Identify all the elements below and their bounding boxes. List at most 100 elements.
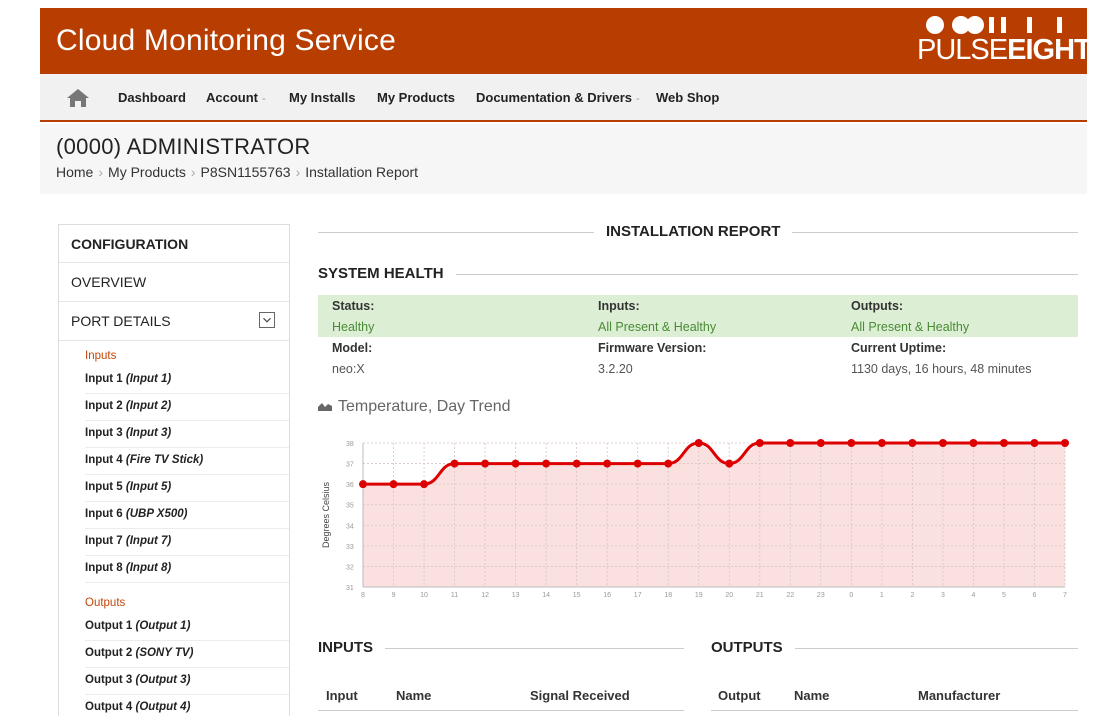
- nav-dashboard[interactable]: Dashboard: [118, 90, 186, 105]
- sidebar-group-inputs: Inputs: [85, 350, 117, 362]
- sidebar-output-item[interactable]: Output 4 (Output 4): [85, 695, 289, 716]
- system-health-title: SYSTEM HEALTH: [318, 265, 456, 282]
- outputs-title: OUTPUTS: [711, 639, 795, 656]
- info-row-values: neo:X 3.2.20 1130 days, 16 hours, 48 min…: [318, 358, 1078, 379]
- column-name[interactable]: Name: [396, 688, 431, 703]
- x-tick-label: 14: [542, 592, 550, 599]
- x-tick-label: 15: [573, 592, 581, 599]
- column-name[interactable]: Name: [794, 688, 829, 703]
- health-row-values: Healthy All Present & Healthy All Presen…: [318, 316, 1078, 337]
- breadcrumb-serial[interactable]: P8SN1155763: [201, 164, 291, 180]
- y-tick-label: 35: [346, 503, 354, 510]
- breadcrumb-my-products[interactable]: My Products: [108, 164, 186, 180]
- uptime-label: Current Uptime:: [851, 341, 947, 355]
- system-health-heading: SYSTEM HEALTH: [318, 262, 1078, 286]
- sidebar: CONFIGURATION OVERVIEW PORT DETAILS Inpu…: [58, 224, 290, 716]
- nav-account[interactable]: Account -: [206, 90, 266, 105]
- pulse-eight-logo[interactable]: PULSEEIGHT: [917, 14, 1092, 68]
- column-output[interactable]: Output: [718, 688, 761, 703]
- sidebar-input-item[interactable]: Input 8 (Input 8): [85, 556, 289, 583]
- breadcrumb-home[interactable]: Home: [56, 164, 93, 180]
- sidebar-output-item[interactable]: Output 1 (Output 1): [85, 614, 289, 641]
- column-manufacturer[interactable]: Manufacturer: [918, 688, 1000, 703]
- sidebar-input-item[interactable]: Input 1 (Input 1): [85, 367, 289, 394]
- sidebar-overview[interactable]: OVERVIEW: [59, 263, 289, 302]
- column-signal-received[interactable]: Signal Received: [530, 688, 630, 703]
- temperature-point: [481, 459, 490, 468]
- sidebar-input-item[interactable]: Input 3 (Input 3): [85, 421, 289, 448]
- page-title: (0000) ADMINISTRATOR: [56, 134, 311, 159]
- x-tick-label: 6: [1033, 592, 1037, 599]
- temperature-point: [359, 480, 367, 489]
- sidebar-group-outputs: Outputs: [85, 597, 126, 609]
- x-tick-label: 11: [451, 592, 458, 599]
- inputs-label: Inputs:: [598, 299, 640, 313]
- inputs-header-divider: [318, 710, 684, 711]
- status-value: Healthy: [332, 320, 375, 334]
- y-tick-label: 34: [346, 523, 354, 530]
- x-tick-label: 23: [817, 592, 825, 599]
- temperature-point: [694, 439, 703, 447]
- x-tick-label: 8: [361, 592, 365, 599]
- logo-wordmark: PULSEEIGHT: [917, 34, 1092, 66]
- y-tick-label: 33: [346, 544, 354, 551]
- temperature-point: [542, 459, 551, 468]
- x-tick-label: 1: [880, 592, 884, 599]
- temperature-point: [389, 480, 398, 489]
- x-tick-label: 18: [664, 592, 672, 599]
- sidebar-output-item[interactable]: Output 2 (SONY TV): [85, 641, 289, 668]
- sidebar-input-item[interactable]: Input 4 (Fire TV Stick): [85, 448, 289, 475]
- outputs-section: OUTPUTS: [711, 636, 1078, 660]
- installation-report-heading: INSTALLATION REPORT: [318, 220, 1078, 244]
- temperature-point: [633, 459, 642, 468]
- sidebar-configuration[interactable]: CONFIGURATION: [59, 225, 289, 263]
- sidebar-input-item[interactable]: Input 2 (Input 2): [85, 394, 289, 421]
- sidebar-output-item[interactable]: Output 3 (Output 3): [85, 668, 289, 695]
- sidebar-input-item[interactable]: Input 5 (Input 5): [85, 475, 289, 502]
- temperature-point: [755, 439, 764, 447]
- app-title: Cloud Monitoring Service: [56, 24, 396, 57]
- health-row-labels: Status: Inputs: Outputs:: [318, 295, 1078, 316]
- temperature-point: [969, 439, 978, 447]
- x-tick-label: 20: [725, 592, 733, 599]
- nav-web-shop[interactable]: Web Shop: [656, 90, 719, 105]
- y-tick-label: 32: [346, 564, 354, 571]
- nav-documentation-drivers[interactable]: Documentation & Drivers -: [476, 90, 640, 105]
- sidebar-port-details[interactable]: PORT DETAILS: [59, 302, 289, 341]
- x-tick-label: 5: [1002, 592, 1006, 599]
- firmware-label: Firmware Version:: [598, 341, 707, 355]
- temperature-point: [572, 459, 581, 468]
- x-tick-label: 9: [392, 592, 396, 599]
- area-chart-icon: [318, 403, 332, 411]
- temperature-point: [664, 459, 673, 468]
- x-tick-label: 3: [941, 592, 945, 599]
- sidebar-input-item[interactable]: Input 6 (UBP X500): [85, 502, 289, 529]
- x-tick-label: 0: [849, 592, 853, 599]
- inputs-value: All Present & Healthy: [598, 320, 717, 334]
- temperature-point: [511, 459, 520, 468]
- column-input[interactable]: Input: [326, 688, 358, 703]
- inputs-heading: INPUTS: [318, 636, 684, 660]
- nav-my-products[interactable]: My Products: [377, 90, 455, 105]
- y-axis-label: Degrees Celsius: [321, 481, 331, 548]
- temperature-point: [877, 439, 886, 447]
- x-tick-label: 7: [1063, 592, 1067, 599]
- y-tick-label: 36: [346, 482, 354, 489]
- sidebar-input-item[interactable]: Input 7 (Input 7): [85, 529, 289, 556]
- x-tick-label: 19: [695, 592, 703, 599]
- x-tick-label: 17: [634, 592, 642, 599]
- temperature-point: [450, 459, 459, 468]
- home-icon[interactable]: [66, 88, 90, 108]
- temperature-point: [786, 439, 795, 447]
- y-tick-label: 38: [346, 441, 354, 448]
- outputs-value: All Present & Healthy: [851, 320, 970, 334]
- chevron-down-icon[interactable]: [259, 312, 275, 328]
- x-tick-label: 10: [420, 592, 428, 599]
- temperature-point: [725, 459, 734, 468]
- nav-my-installs[interactable]: My Installs: [289, 90, 355, 105]
- outputs-label: Outputs:: [851, 299, 904, 313]
- info-row-labels: Model: Firmware Version: Current Uptime:: [318, 337, 1078, 358]
- x-tick-label: 4: [971, 592, 975, 599]
- y-tick-label: 31: [346, 585, 354, 592]
- outputs-heading: OUTPUTS: [711, 636, 1078, 660]
